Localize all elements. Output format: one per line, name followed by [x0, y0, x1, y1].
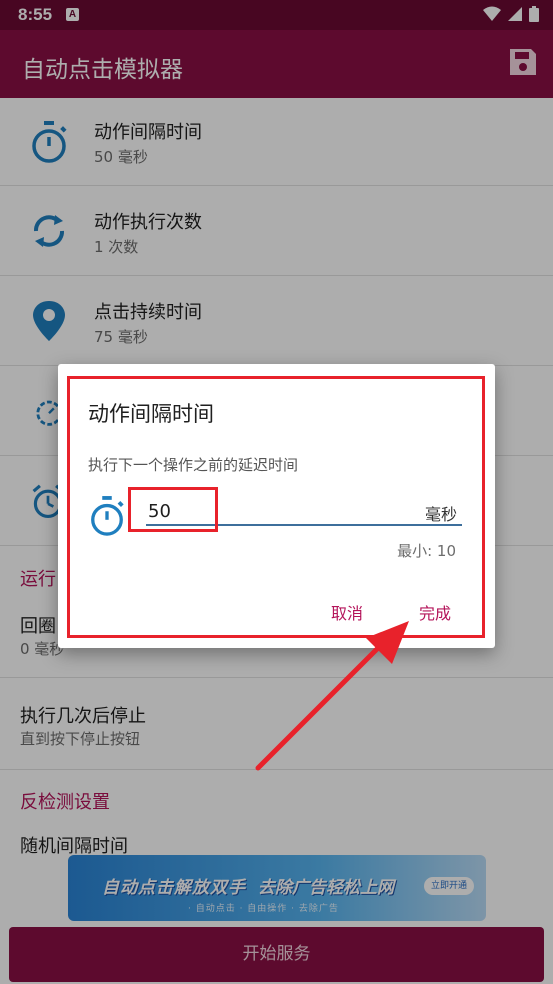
- cancel-button[interactable]: 取消: [331, 600, 363, 624]
- interval-input[interactable]: [146, 498, 462, 526]
- unit-label: 毫秒: [424, 505, 457, 524]
- done-button[interactable]: 完成: [419, 600, 451, 624]
- dialog-title: 动作间隔时间: [88, 402, 214, 426]
- dialog-description: 执行下一个操作之前的延迟时间: [88, 456, 299, 474]
- interval-dialog: 动作间隔时间 执行下一个操作之前的延迟时间 毫秒 最小: 10 取消 完成: [58, 364, 495, 648]
- min-value-label: 最小: 10: [397, 542, 456, 560]
- stopwatch-icon: [91, 496, 124, 536]
